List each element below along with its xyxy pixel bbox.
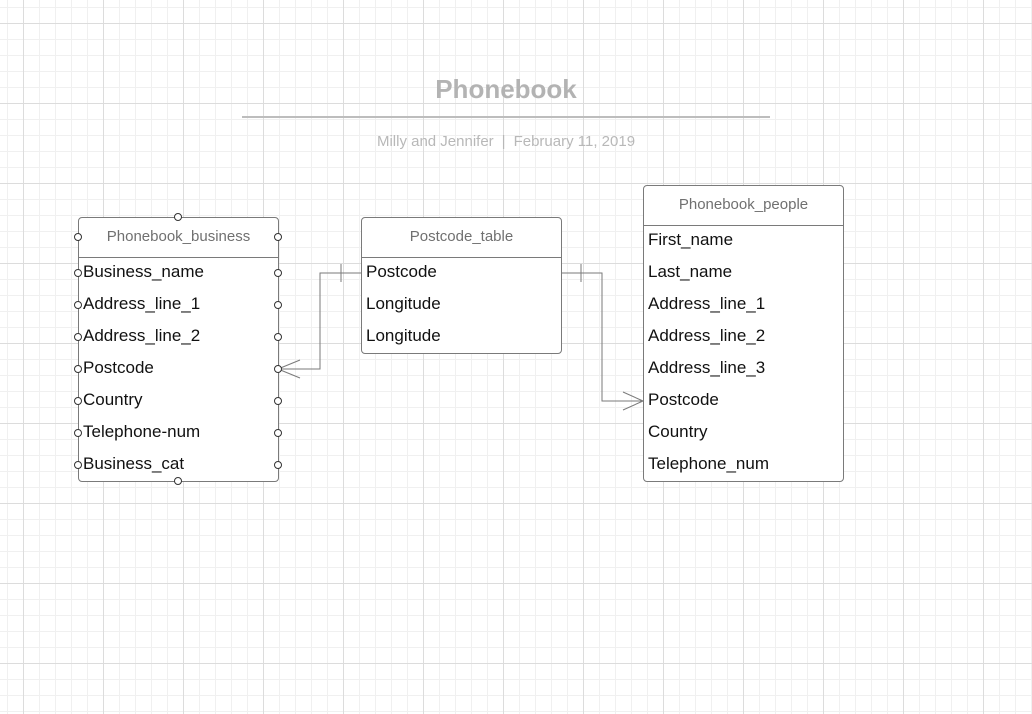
selection-handle[interactable] [274, 365, 282, 373]
selection-handle[interactable] [74, 461, 82, 469]
selection-handle[interactable] [74, 397, 82, 405]
selection-handles [74, 213, 282, 485]
selection-handle[interactable] [274, 429, 282, 437]
selection-handle[interactable] [74, 301, 82, 309]
selection-handle[interactable] [74, 365, 82, 373]
selection-handle[interactable] [274, 333, 282, 341]
selection-handle[interactable] [274, 269, 282, 277]
diagram-canvas[interactable]: Phonebook Milly and Jennifer | February 11… [0, 0, 1032, 714]
selection-handle[interactable] [274, 461, 282, 469]
selection-handle[interactable] [174, 213, 182, 221]
selection-handle[interactable] [74, 429, 82, 437]
selection-handle[interactable] [274, 397, 282, 405]
selection-handle[interactable] [274, 233, 282, 241]
selection-handle[interactable] [74, 269, 82, 277]
selection-handle[interactable] [274, 301, 282, 309]
selection-handle[interactable] [74, 233, 82, 241]
selection-handle[interactable] [174, 477, 182, 485]
selection-handle[interactable] [74, 333, 82, 341]
